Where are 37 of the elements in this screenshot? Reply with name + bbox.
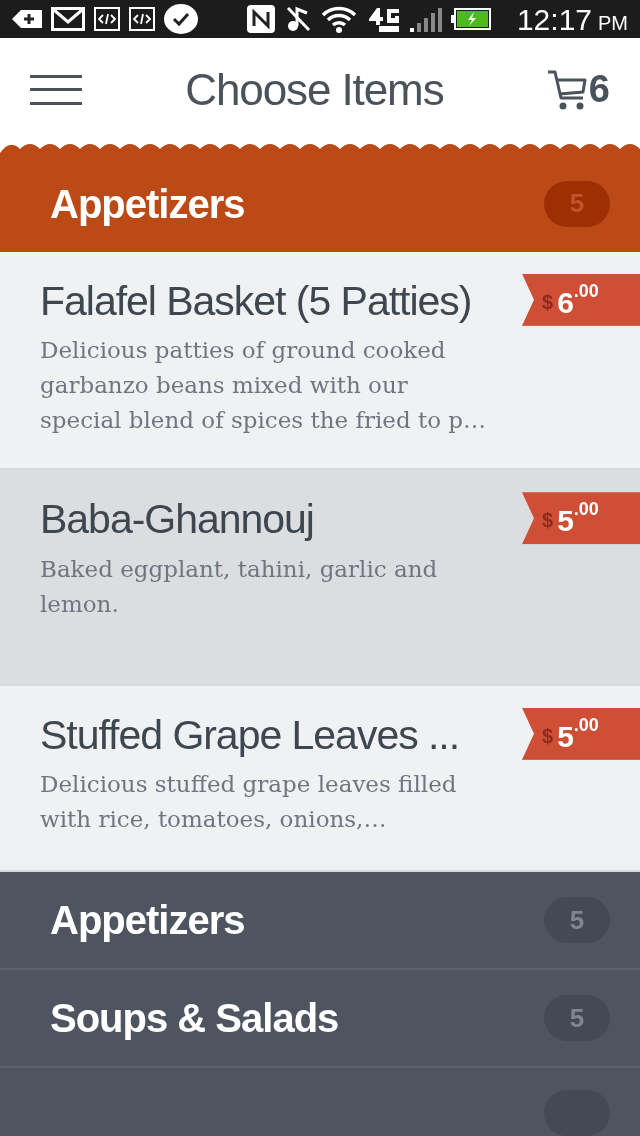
mail-icon: [51, 7, 85, 31]
nfc-icon: [246, 4, 276, 34]
signal-icon: [410, 6, 442, 32]
category-name: Soups & Salads: [50, 995, 339, 1042]
category-name: Appetizers: [50, 897, 245, 944]
category-row[interactable]: Appetizers 5: [0, 872, 640, 970]
clock-time: 12:17: [516, 1, 592, 38]
price-cents: .00: [573, 715, 599, 734]
item-name: Baba-Ghannouj: [40, 495, 315, 545]
price-whole: 6: [557, 287, 574, 318]
item-description: Delicious patties of ground cooked garbanzo beans mixed with our special blend of spices the fried to p…: [40, 336, 488, 436]
wifi-icon: [320, 4, 358, 34]
price-whole: 5: [557, 506, 574, 537]
lte-icon: [367, 5, 401, 33]
currency-symbol: $: [542, 725, 554, 746]
muted-music-icon: [285, 5, 311, 33]
page-title: Choose Items: [184, 63, 445, 116]
price-whole: 5: [557, 721, 574, 752]
cart-button[interactable]: 6: [546, 61, 610, 119]
add-notification-icon: [12, 9, 42, 29]
code-icon: [129, 7, 155, 31]
currency-symbol: $: [542, 291, 554, 312]
check-bubble-icon: [164, 4, 198, 34]
code-icon: [94, 7, 120, 31]
item-name: Stuffed Grape Leaves ...: [40, 710, 461, 760]
item-description: Delicious stuffed grape leaves filled with rice, tomatoes, onions,…: [40, 770, 458, 834]
item-description: Baked eggplant, tahini, garlic and lemon.: [40, 554, 439, 619]
category-row[interactable]: Soups & Salads 5: [0, 970, 640, 1068]
price-cents: .00: [573, 281, 599, 300]
clock-meridiem: PM: [598, 10, 628, 36]
count-badge: 5: [544, 897, 610, 943]
battery-icon: [451, 8, 491, 30]
section-title: Appetizers: [50, 180, 245, 228]
count-badge: 5: [544, 995, 610, 1041]
price-cents: .00: [573, 500, 599, 519]
item-name: Falafel Basket (5 Patties): [40, 276, 473, 326]
currency-symbol: $: [542, 510, 554, 531]
